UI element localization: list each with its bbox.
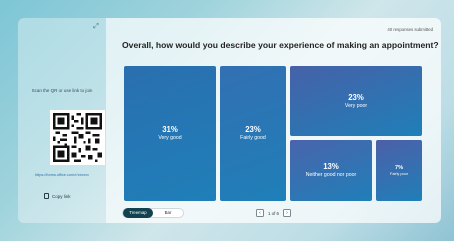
response-count: 40 responses submitted xyxy=(387,27,433,32)
copy-icon xyxy=(44,193,49,199)
tile-label: Neither good nor poor xyxy=(305,172,357,178)
tile-percent: 13% xyxy=(323,162,339,171)
expand-icon[interactable]: ⤢ xyxy=(92,23,100,31)
tile-percent: 31% xyxy=(162,125,178,134)
treemap-view-button[interactable]: Treemap xyxy=(123,208,153,218)
copy-link-label: Copy link xyxy=(52,193,71,199)
tile-percent: 23% xyxy=(348,92,364,102)
treemap-tile-very-good[interactable]: 31% Very good xyxy=(124,66,216,201)
question-pager: ‹ 1 of 6 › xyxy=(256,208,291,218)
treemap-tile-fairly-good[interactable]: 23% Fairly good xyxy=(220,66,286,201)
page-indicator: 1 of 6 xyxy=(268,210,279,216)
tile-percent: 7% xyxy=(394,164,404,171)
tile-label: Very poor xyxy=(344,102,368,109)
join-panel: ⤢ Scan the QR or use link to join https:… xyxy=(18,18,106,223)
results-panel: 40 responses submitted Overall, how woul… xyxy=(106,18,441,223)
treemap-tile-neither[interactable]: 13% Neither good nor poor xyxy=(290,140,372,201)
copy-link-button[interactable]: Copy link xyxy=(44,192,71,200)
join-link[interactable]: https://forms.office.com/r/xxxxxx xyxy=(22,173,102,178)
tile-label: Very good xyxy=(158,135,182,141)
tile-label: Fairly good xyxy=(240,135,266,141)
bar-view-button[interactable]: Bar xyxy=(153,208,183,218)
treemap-tile-fairly-poor[interactable]: 7% Fairly poor xyxy=(376,140,422,201)
tile-label: Fairly poor xyxy=(390,171,408,176)
treemap-tile-very-poor[interactable]: 23% Very poor xyxy=(290,66,422,136)
scan-instructions: Scan the QR or use link to join xyxy=(31,88,93,93)
view-toggle: Treemap Bar xyxy=(122,208,184,218)
chevron-left-icon[interactable]: ‹ xyxy=(256,209,264,217)
qr-code xyxy=(50,110,105,165)
question-title: Overall, how would you describe your exp… xyxy=(122,40,439,50)
chevron-right-icon[interactable]: › xyxy=(283,209,291,217)
tile-percent: 23% xyxy=(245,125,261,134)
